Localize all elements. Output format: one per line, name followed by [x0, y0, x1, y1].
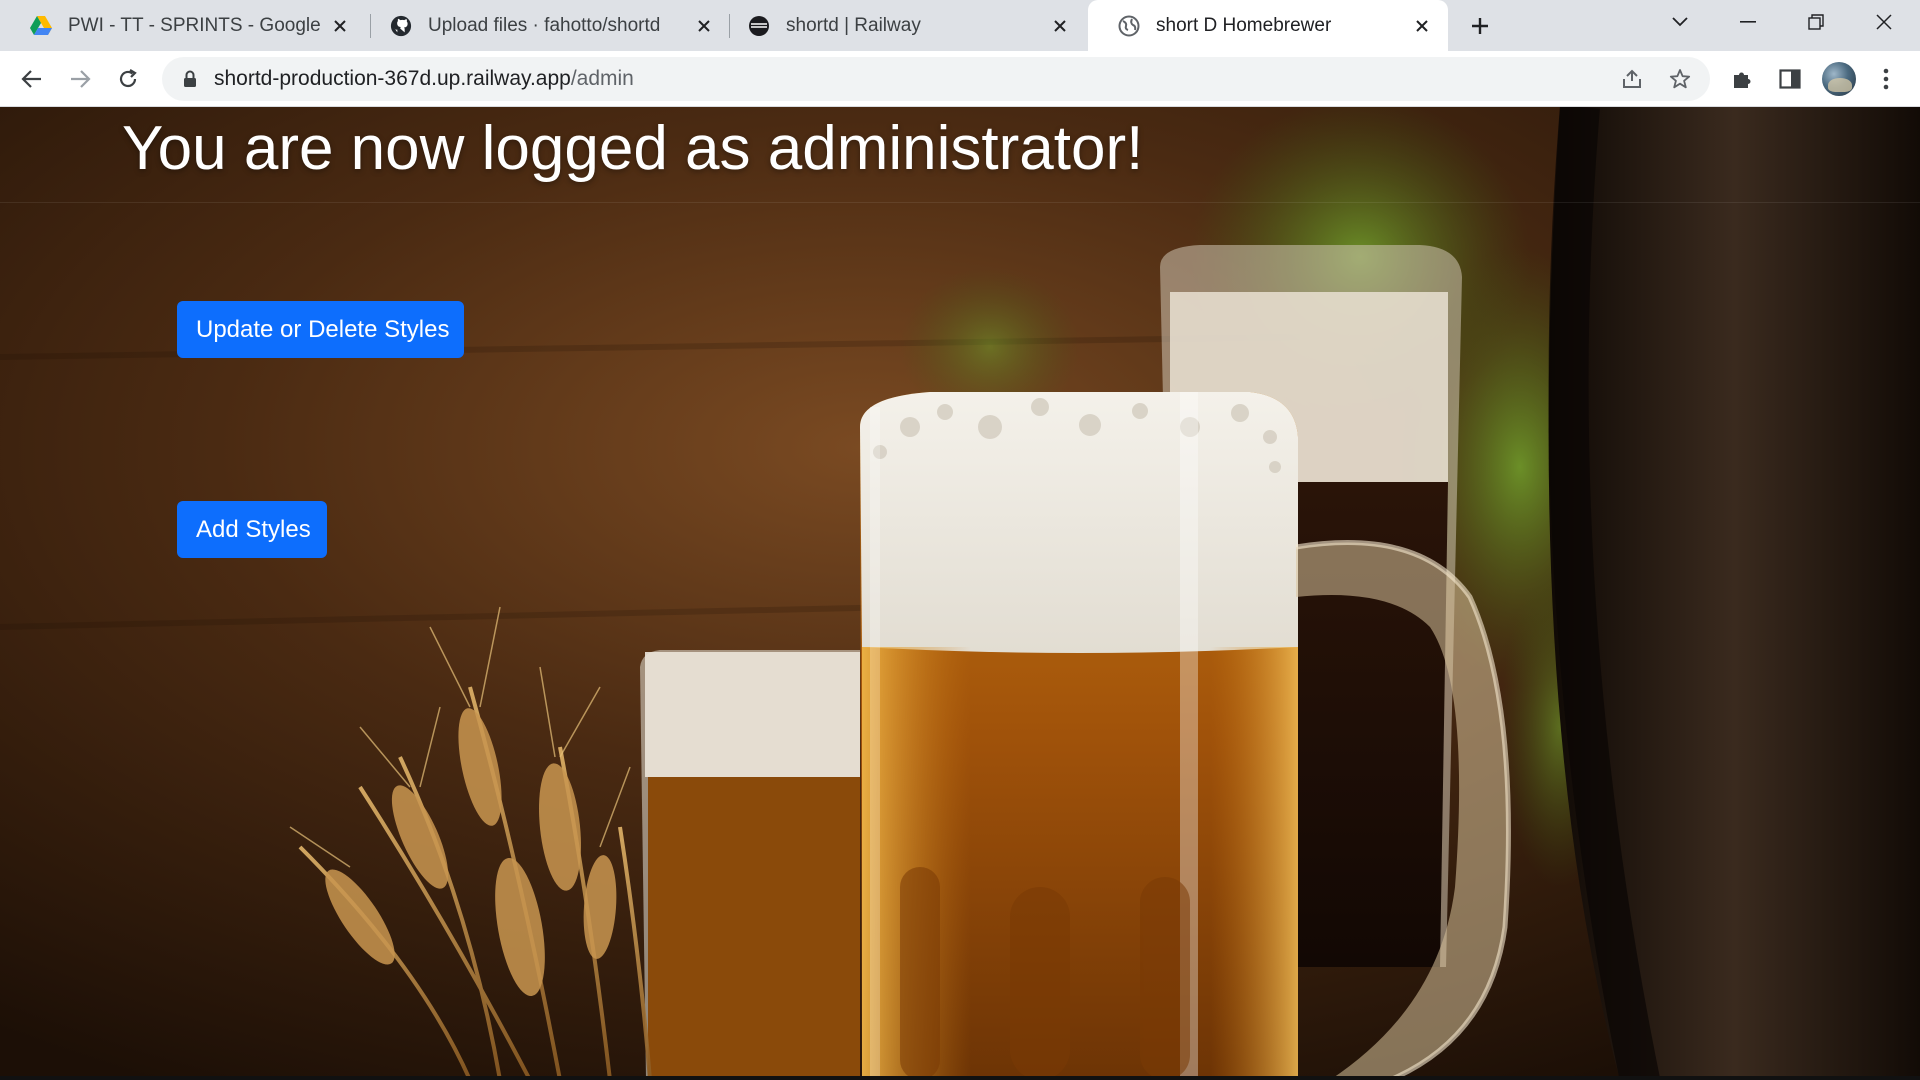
profile-avatar[interactable] — [1822, 62, 1856, 96]
page-viewport: You are now logged as administrator! Upd… — [0, 107, 1920, 1080]
tab-search-button[interactable] — [1646, 0, 1714, 44]
close-icon[interactable] — [692, 14, 716, 38]
globe-icon — [1118, 15, 1140, 37]
side-panel-icon[interactable] — [1776, 65, 1804, 93]
url-text: shortd-production-367d.up.railway.app/ad… — [214, 67, 634, 91]
github-icon — [390, 15, 412, 37]
chevron-down-icon — [1672, 17, 1688, 27]
share-icon[interactable] — [1620, 67, 1644, 91]
bookmark-star-icon[interactable] — [1668, 67, 1692, 91]
add-styles-button[interactable]: Add Styles — [177, 501, 327, 558]
page-header: You are now logged as administrator! — [0, 107, 1920, 203]
tab-title: Upload files · fahotto/shortd — [428, 14, 661, 36]
google-drive-icon — [30, 15, 52, 37]
update-or-delete-styles-button[interactable]: Update or Delete Styles — [177, 301, 464, 358]
tab-short-d-homebrewer[interactable]: short D Homebrewer — [1088, 0, 1448, 51]
lock-icon[interactable] — [180, 69, 200, 89]
tab-title: shortd | Railway — [786, 14, 921, 36]
close-icon[interactable] — [328, 14, 352, 38]
reload-icon — [119, 69, 137, 88]
back-button[interactable] — [16, 63, 48, 95]
forward-button[interactable] — [64, 63, 96, 95]
close-icon[interactable] — [1410, 14, 1434, 38]
close-icon — [1876, 14, 1892, 30]
arrow-left-icon — [21, 70, 41, 88]
tab-github[interactable]: Upload files · fahotto/shortd — [360, 0, 730, 51]
plus-icon — [1472, 18, 1488, 34]
close-window-button[interactable] — [1850, 0, 1918, 44]
minimize-icon — [1740, 21, 1756, 23]
browser-toolbar: shortd-production-367d.up.railway.app/ad… — [0, 51, 1920, 107]
tab-google-drive[interactable]: PWI - TT - SPRINTS - Google Driv — [0, 0, 366, 51]
minimize-button[interactable] — [1714, 0, 1782, 44]
new-tab-button[interactable] — [1466, 12, 1494, 40]
restore-button[interactable] — [1782, 0, 1850, 44]
railway-icon — [748, 15, 770, 37]
extensions-puzzle-icon[interactable] — [1728, 65, 1756, 93]
close-icon[interactable] — [1048, 14, 1072, 38]
restore-icon — [1808, 14, 1824, 30]
tab-title: PWI - TT - SPRINTS - Google Driv — [68, 14, 320, 36]
browser-tab-strip: PWI - TT - SPRINTS - Google Driv Upload … — [0, 0, 1920, 51]
arrow-right-icon — [71, 70, 91, 88]
tab-railway[interactable]: shortd | Railway — [718, 0, 1086, 51]
bottom-border — [0, 1076, 1920, 1080]
address-bar[interactable]: shortd-production-367d.up.railway.app/ad… — [162, 57, 1710, 101]
reload-button[interactable] — [112, 63, 144, 95]
url-path: /admin — [570, 67, 634, 90]
kebab-menu-icon[interactable] — [1872, 65, 1900, 93]
url-host: shortd-production-367d.up.railway.app — [214, 67, 571, 90]
background-photo — [0, 107, 1920, 1080]
page-title: You are now logged as administrator! — [122, 114, 1144, 183]
tab-title: short D Homebrewer — [1156, 14, 1332, 36]
